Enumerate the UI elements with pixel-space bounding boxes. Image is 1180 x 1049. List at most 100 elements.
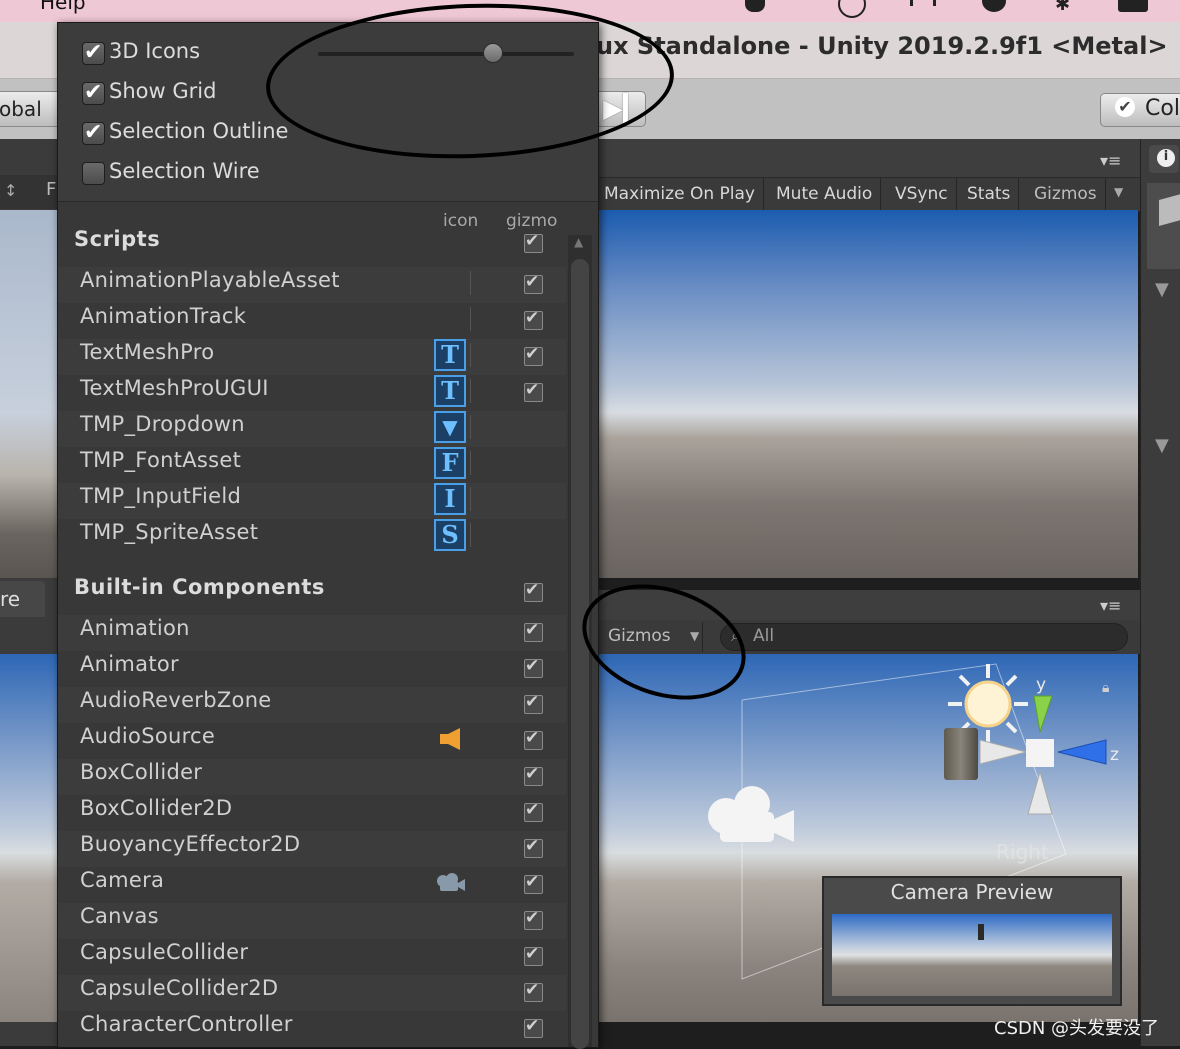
bluetooth-icon[interactable]: ✱ bbox=[1055, 0, 1070, 15]
builtin-gizmo-checkbox[interactable]: ✔ bbox=[524, 872, 543, 894]
script-row-name: TMP_Dropdown bbox=[80, 412, 245, 436]
builtin-row-name: Camera bbox=[80, 868, 165, 892]
timer-icon[interactable] bbox=[838, 0, 866, 18]
builtin-gizmo-checkbox[interactable]: ✔ bbox=[524, 836, 543, 858]
checkmark-icon: ✔ bbox=[525, 656, 540, 676]
info-icon: i bbox=[1157, 149, 1175, 167]
checkmark-icon: ✔ bbox=[525, 800, 540, 820]
scripts-gizmo-all-checkbox[interactable]: ✔ bbox=[524, 231, 543, 253]
builtin-gizmo-all-checkbox[interactable]: ✔ bbox=[524, 580, 543, 602]
checkmark-icon: ✔ bbox=[525, 836, 540, 856]
builtin-row-name: BuoyancyEffector2D bbox=[80, 832, 301, 856]
builtin-gizmo-checkbox[interactable]: ✔ bbox=[524, 908, 543, 930]
checkmark-icon: ✔ bbox=[525, 908, 540, 928]
game-gizmos-button[interactable]: Gizmos bbox=[1026, 178, 1106, 210]
checkmark-icon: ✔ bbox=[525, 231, 540, 251]
mute-audio-button[interactable]: Mute Audio bbox=[768, 178, 882, 210]
script-gizmo-checkbox[interactable]: ✔ bbox=[524, 308, 543, 330]
lock-icon[interactable]: 🔒︎ bbox=[1102, 680, 1109, 696]
script-row-name: TextMeshPro bbox=[80, 340, 215, 364]
left-toolbar: ↕ F bbox=[0, 175, 60, 209]
column-separator bbox=[470, 415, 471, 439]
sort-icon[interactable]: ↕ bbox=[4, 181, 17, 200]
builtin-row-name: CapsuleCollider2D bbox=[80, 976, 279, 1000]
camera-preview-panel: Camera Preview bbox=[822, 876, 1122, 1006]
builtin-gizmo-checkbox[interactable]: ✔ bbox=[524, 728, 543, 750]
inspector-panel: i ▼ ▼ bbox=[1140, 139, 1180, 1046]
builtin-gizmo-checkbox[interactable]: ✔ bbox=[524, 764, 543, 786]
orientation-gizmo[interactable]: y z bbox=[976, 674, 1126, 824]
left-lower-viewport bbox=[0, 654, 60, 1022]
collab-label: Col bbox=[1145, 96, 1180, 121]
builtin-row-name: CharacterController bbox=[80, 1012, 293, 1036]
script-icon-tmp_spriteasset[interactable]: S bbox=[434, 519, 466, 551]
vsync-button[interactable]: VSync bbox=[887, 178, 957, 210]
column-separator bbox=[470, 307, 471, 331]
checkmark-icon: ✔ bbox=[525, 764, 540, 784]
scrollbar-thumb[interactable] bbox=[571, 259, 589, 1049]
input-method-icon[interactable] bbox=[1118, 0, 1148, 12]
checkmark-icon: ✔ bbox=[525, 980, 540, 1000]
collab-button[interactable]: ✔ Col bbox=[1100, 93, 1180, 127]
scene-viewport[interactable]: y z 🔒︎ Right Camera Preview bbox=[596, 654, 1138, 1022]
moon-icon[interactable] bbox=[982, 0, 1006, 12]
checkmark-icon: ✔ bbox=[525, 728, 540, 748]
foldout-arrow-icon[interactable]: ▼ bbox=[1155, 279, 1169, 300]
script-icon-textmeshpro[interactable]: T bbox=[434, 339, 466, 371]
help-menu[interactable]: Help bbox=[40, 0, 86, 14]
game-gizmos-dropdown-icon[interactable]: ▼ bbox=[1114, 185, 1123, 199]
maximize-on-play-button[interactable]: Maximize On Play bbox=[596, 178, 764, 210]
scene-search-input[interactable]: ⌕ All bbox=[720, 623, 1128, 651]
builtin-gizmo-checkbox[interactable]: ✔ bbox=[524, 980, 543, 1002]
script-gizmo-checkbox[interactable]: ✔ bbox=[524, 380, 543, 402]
left-viewport bbox=[0, 210, 60, 578]
orientation-label: Right bbox=[996, 840, 1049, 864]
script-icon-textmeshprougui[interactable]: T bbox=[434, 375, 466, 407]
scene-panel-menu-icon[interactable]: ▾≡ bbox=[1100, 596, 1121, 615]
builtin-gizmo-checkbox[interactable]: ✔ bbox=[524, 620, 543, 642]
cylinder-object[interactable] bbox=[944, 728, 978, 780]
column-separator bbox=[470, 523, 471, 547]
speaker-icon[interactable] bbox=[440, 728, 462, 750]
preview-cylinder bbox=[978, 924, 984, 940]
builtin-section-header: Built-in Components bbox=[74, 575, 325, 599]
watermark-text: CSDN @头发要没了 bbox=[994, 1018, 1160, 1039]
checkmark-icon: ✔ bbox=[525, 380, 540, 400]
component-list: Scripts ✔ AnimationPlayableAsset ✔ Animation… bbox=[58, 23, 566, 1047]
builtin-row-name: AudioReverbZone bbox=[80, 688, 272, 712]
builtin-gizmo-checkbox[interactable]: ✔ bbox=[524, 692, 543, 714]
column-separator bbox=[470, 343, 471, 367]
left-strip-letter: F bbox=[46, 179, 57, 200]
checkmark-icon: ✔ bbox=[525, 944, 540, 964]
script-icon-tmp_dropdown[interactable]: ▼ bbox=[434, 411, 466, 443]
pivot-global-button[interactable]: obal bbox=[0, 91, 62, 127]
scroll-up-icon[interactable]: ▲ bbox=[574, 235, 583, 249]
game-viewport[interactable] bbox=[596, 210, 1138, 578]
check-icon: ✔ bbox=[1115, 97, 1135, 117]
axis-z-label: z bbox=[1110, 745, 1119, 765]
foldout-arrow-icon-2[interactable]: ▼ bbox=[1155, 435, 1169, 456]
script-gizmo-checkbox[interactable]: ✔ bbox=[524, 272, 543, 294]
builtin-gizmo-checkbox[interactable]: ✔ bbox=[524, 1016, 543, 1038]
builtin-row-name: BoxCollider2D bbox=[80, 796, 233, 820]
checkmark-icon: ✔ bbox=[525, 620, 540, 640]
builtin-row-name: BoxCollider bbox=[80, 760, 203, 784]
camera-icon[interactable] bbox=[436, 873, 466, 893]
pause-icon[interactable] bbox=[910, 0, 936, 6]
panel-menu-icon[interactable]: ▾≡ bbox=[1100, 151, 1121, 170]
status-icon[interactable] bbox=[745, 0, 765, 12]
builtin-row-name: Animation bbox=[80, 616, 190, 640]
scene-camera-icon[interactable] bbox=[704, 782, 796, 848]
builtin-gizmo-checkbox[interactable]: ✔ bbox=[524, 944, 543, 966]
script-icon-tmp_fontasset[interactable]: F bbox=[434, 447, 466, 479]
checkmark-icon: ✔ bbox=[525, 1016, 540, 1036]
script-icon-tmp_inputfield[interactable]: I bbox=[434, 483, 466, 515]
scripts-section-header: Scripts bbox=[74, 227, 161, 251]
builtin-gizmo-checkbox[interactable]: ✔ bbox=[524, 800, 543, 822]
column-separator bbox=[470, 451, 471, 475]
stats-button[interactable]: Stats bbox=[959, 178, 1020, 210]
info-tab[interactable]: i bbox=[1149, 145, 1179, 173]
builtin-gizmo-checkbox[interactable]: ✔ bbox=[524, 656, 543, 678]
script-gizmo-checkbox[interactable]: ✔ bbox=[524, 344, 543, 366]
left-tab[interactable]: re bbox=[0, 581, 45, 617]
